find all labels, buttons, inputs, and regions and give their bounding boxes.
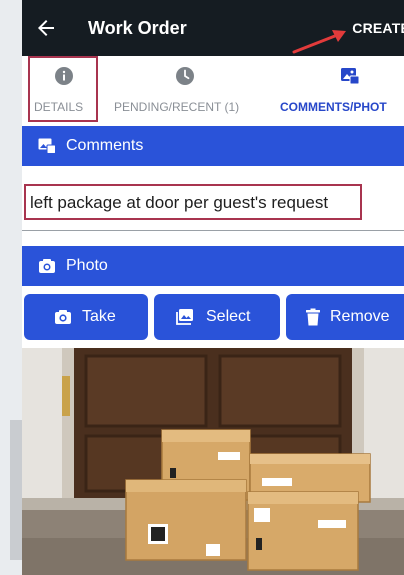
image-icon bbox=[38, 138, 56, 154]
package-photo-image bbox=[22, 348, 404, 575]
comments-title: Comments bbox=[66, 137, 144, 154]
take-label: Take bbox=[82, 308, 116, 325]
tab-label: DETAILS bbox=[34, 100, 84, 114]
photo-section-header: Photo bbox=[22, 246, 404, 286]
annotation-arrow-icon bbox=[292, 30, 346, 54]
tab-comments-photos[interactable]: COMMENTS/PHOT bbox=[276, 56, 404, 122]
tab-bar: DETAILS PENDING/RECENT (1) COMMENTS/PHOT bbox=[22, 56, 404, 122]
comment-text: left package at door per guest's request bbox=[30, 193, 329, 212]
trash-icon bbox=[306, 308, 320, 326]
create-button[interactable]: CREATE bbox=[352, 20, 404, 36]
remove-photo-button[interactable]: Remove bbox=[286, 294, 404, 340]
screenshot-left-edge bbox=[0, 0, 22, 575]
tab-label: PENDING/RECENT (1) bbox=[114, 100, 240, 114]
page-title: Work Order bbox=[88, 18, 187, 38]
photo-title: Photo bbox=[66, 257, 108, 274]
tab-details[interactable]: DETAILS bbox=[28, 56, 98, 122]
image-icon bbox=[341, 68, 360, 85]
phone-screen: Work Order CREATE DETAILS PENDING/RECENT… bbox=[22, 0, 404, 575]
comments-section-header: Comments bbox=[22, 126, 404, 166]
take-photo-button[interactable]: Take bbox=[24, 294, 148, 340]
comment-field[interactable]: left package at door per guest's request bbox=[24, 184, 362, 220]
clock-icon bbox=[176, 67, 194, 85]
app-bar: Work Order CREATE bbox=[22, 0, 404, 56]
gallery-icon bbox=[176, 309, 193, 325]
tab-pending-recent[interactable]: PENDING/RECENT (1) bbox=[108, 56, 268, 122]
comment-divider bbox=[22, 230, 404, 231]
select-photo-button[interactable]: Select bbox=[154, 294, 280, 340]
attached-photo bbox=[22, 348, 404, 575]
info-icon bbox=[55, 67, 73, 85]
select-label: Select bbox=[206, 308, 251, 325]
remove-label: Remove bbox=[330, 308, 390, 325]
camera-icon bbox=[55, 310, 71, 324]
tab-label: COMMENTS/PHOT bbox=[280, 100, 387, 114]
camera-icon bbox=[39, 259, 55, 273]
back-button[interactable] bbox=[34, 16, 60, 40]
arrow-left-icon bbox=[38, 20, 54, 36]
